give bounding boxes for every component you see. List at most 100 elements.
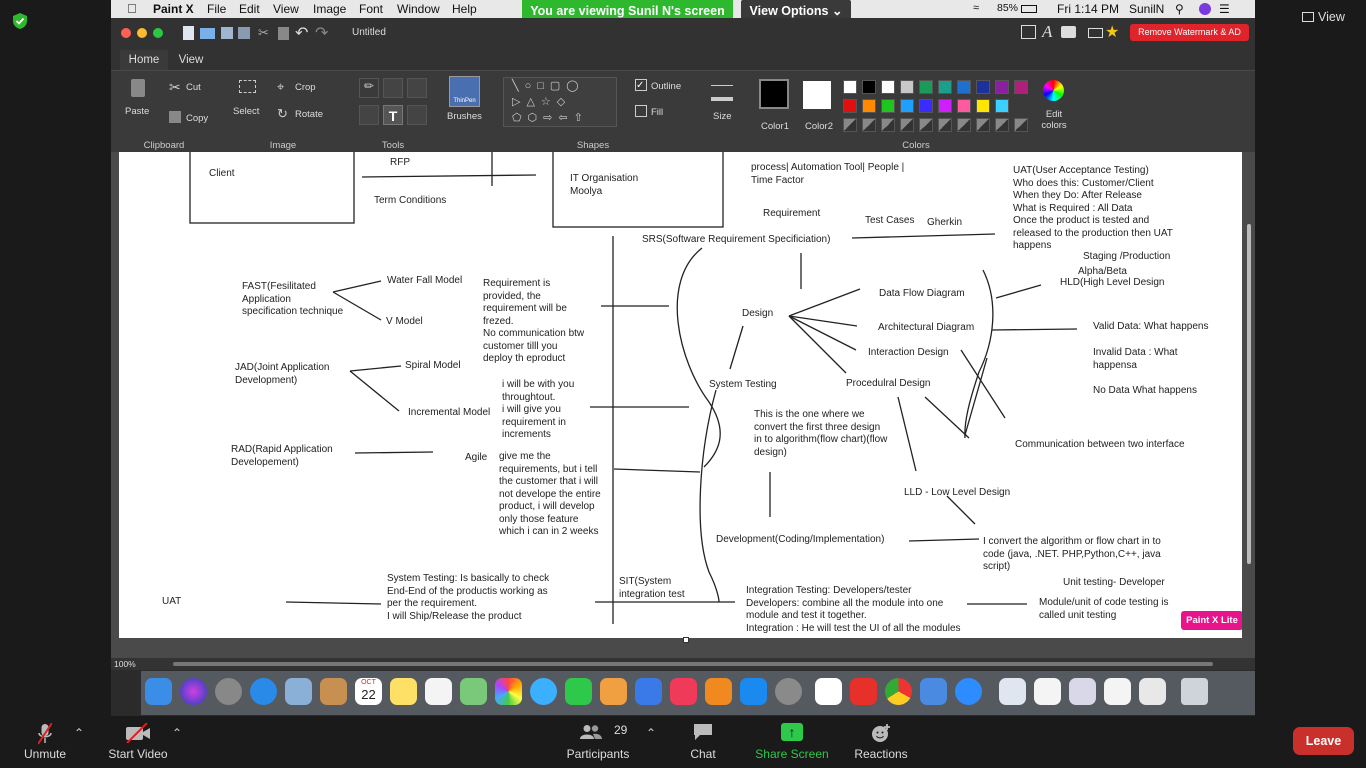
clock[interactable]: Fri 1:14 PM <box>1057 2 1119 16</box>
document-thumb-2-icon[interactable] <box>1034 678 1061 705</box>
custom-color-slot-2[interactable] <box>881 118 895 132</box>
custom-color-slot-8[interactable] <box>995 118 1009 132</box>
copy-icon[interactable] <box>169 111 181 123</box>
scissors-icon[interactable]: ✂ <box>169 79 181 96</box>
audio-options-chevron-icon[interactable]: ⌃ <box>74 726 84 740</box>
paint-x-lite-badge[interactable]: Paint X Lite <box>1181 611 1242 630</box>
custom-color-slot-4[interactable] <box>919 118 933 132</box>
text-style-icon[interactable]: A <box>1042 22 1052 42</box>
contacts-icon[interactable] <box>320 678 347 705</box>
color2-swatch[interactable] <box>803 81 831 109</box>
zoom-level[interactable]: 100% <box>114 659 136 669</box>
pencil-tool-icon[interactable]: ✏ <box>359 78 379 98</box>
finder-icon[interactable] <box>145 678 172 705</box>
palette-swatch-row1-3[interactable] <box>900 80 914 94</box>
palette-swatch-row1-9[interactable] <box>1014 80 1028 94</box>
custom-color-slot-0[interactable] <box>843 118 857 132</box>
palette-swatch-row2-8[interactable] <box>995 99 1009 113</box>
zoom-window-button[interactable] <box>153 28 163 38</box>
magnifier-tool-icon[interactable] <box>407 105 427 125</box>
size-button[interactable]: Size <box>713 111 731 122</box>
vertical-scrollbar[interactable] <box>1247 224 1251 564</box>
menu-view[interactable]: View <box>273 2 299 16</box>
user-name[interactable]: SunilN <box>1129 2 1164 16</box>
palette-swatch-row1-7[interactable] <box>976 80 990 94</box>
copy-button[interactable]: Copy <box>186 113 208 124</box>
zoom-app-icon[interactable] <box>955 678 982 705</box>
document-thumb-4-icon[interactable] <box>1104 678 1131 705</box>
paste-tool-icon[interactable] <box>278 27 289 40</box>
brush-thinpen-icon[interactable]: ThinPen <box>449 76 480 107</box>
share-screen-button[interactable]: ↑ Share Screen <box>752 716 832 768</box>
palette-swatch-row2-3[interactable] <box>900 99 914 113</box>
custom-color-slot-1[interactable] <box>862 118 876 132</box>
canvas-resize-handle[interactable] <box>683 637 689 643</box>
layout-icon[interactable] <box>1021 25 1036 39</box>
calendar-icon[interactable]: OCT 22 <box>355 678 382 705</box>
custom-color-slot-6[interactable] <box>957 118 971 132</box>
save-icon[interactable] <box>221 27 233 39</box>
siri-icon[interactable] <box>1199 3 1211 15</box>
open-folder-icon[interactable] <box>200 28 215 39</box>
messages-icon[interactable] <box>530 678 557 705</box>
start-video-button[interactable]: Start Video <box>104 716 172 768</box>
wifi-icon[interactable]: ≈ <box>973 2 979 14</box>
spotlight-search-icon[interactable]: ⚲ <box>1175 2 1184 16</box>
maps-icon[interactable] <box>460 678 487 705</box>
document-thumb-1-icon[interactable] <box>999 678 1026 705</box>
palette-swatch-row2-1[interactable] <box>862 99 876 113</box>
save-as-icon[interactable] <box>238 27 250 39</box>
palette-swatch-row2-7[interactable] <box>976 99 990 113</box>
fill-checkbox[interactable] <box>635 105 647 117</box>
paste-button[interactable]: Paste <box>125 106 149 117</box>
color-picker-icon[interactable] <box>359 105 379 125</box>
crop-icon[interactable]: ⌖ <box>277 79 284 95</box>
color1-swatch[interactable] <box>759 79 789 109</box>
tab-home[interactable]: Home <box>120 50 168 70</box>
new-file-icon[interactable] <box>183 26 194 40</box>
palette-swatch-row2-0[interactable] <box>843 99 857 113</box>
reminders-icon[interactable] <box>425 678 452 705</box>
remove-watermark-button[interactable]: Remove Watermark & AD <box>1130 24 1249 41</box>
siri-dock-icon[interactable] <box>180 678 207 705</box>
books-icon[interactable] <box>705 678 732 705</box>
view-menu-button[interactable]: View <box>1302 10 1358 30</box>
unmute-button[interactable]: Unmute <box>14 716 76 768</box>
photos-icon[interactable] <box>495 678 522 705</box>
document-thumb-3-icon[interactable] <box>1069 678 1096 705</box>
select-button[interactable]: Select <box>233 106 259 117</box>
palette-swatch-row1-4[interactable] <box>919 80 933 94</box>
palette-swatch-row1-5[interactable] <box>938 80 952 94</box>
cut-tool-icon[interactable]: ✂ <box>258 25 269 41</box>
undo-icon[interactable]: ↶ <box>295 23 308 43</box>
chrome-icon[interactable] <box>885 678 912 705</box>
minimize-window-button[interactable] <box>137 28 147 38</box>
menu-font[interactable]: Font <box>359 2 383 16</box>
palette-swatch-row2-5[interactable] <box>938 99 952 113</box>
rotate-button[interactable]: Rotate <box>295 109 323 120</box>
security-shield-icon[interactable] <box>12 12 28 30</box>
paste-clipboard-icon[interactable] <box>131 79 145 97</box>
video-options-chevron-icon[interactable]: ⌃ <box>172 726 182 740</box>
horizontal-scrollbar[interactable] <box>173 662 1213 666</box>
menu-file[interactable]: File <box>207 2 226 16</box>
paint-x-dock-icon[interactable] <box>920 678 947 705</box>
redo-icon[interactable]: ↷ <box>315 23 328 43</box>
close-window-button[interactable] <box>121 28 131 38</box>
text-tool-icon[interactable]: T <box>383 105 403 125</box>
star-icon[interactable]: ★ <box>1105 22 1119 42</box>
battery-icon[interactable] <box>1021 5 1037 13</box>
menu-app-name[interactable]: Paint X <box>153 2 194 16</box>
mail-app-icon[interactable] <box>285 678 312 705</box>
custom-color-slot-3[interactable] <box>900 118 914 132</box>
leave-button[interactable]: Leave <box>1293 727 1354 755</box>
palette-swatch-row1-1[interactable] <box>862 80 876 94</box>
control-center-icon[interactable]: ☰ <box>1219 2 1230 16</box>
palette-swatch-row2-6[interactable] <box>957 99 971 113</box>
rotate-icon[interactable]: ↻ <box>277 106 288 122</box>
chat-button[interactable]: Chat <box>680 716 726 768</box>
outline-checkbox[interactable]: ✓ <box>635 79 647 91</box>
reactions-button[interactable]: Reactions <box>850 716 912 768</box>
size-lines-icon[interactable] <box>711 85 733 101</box>
notes-icon[interactable] <box>390 678 417 705</box>
